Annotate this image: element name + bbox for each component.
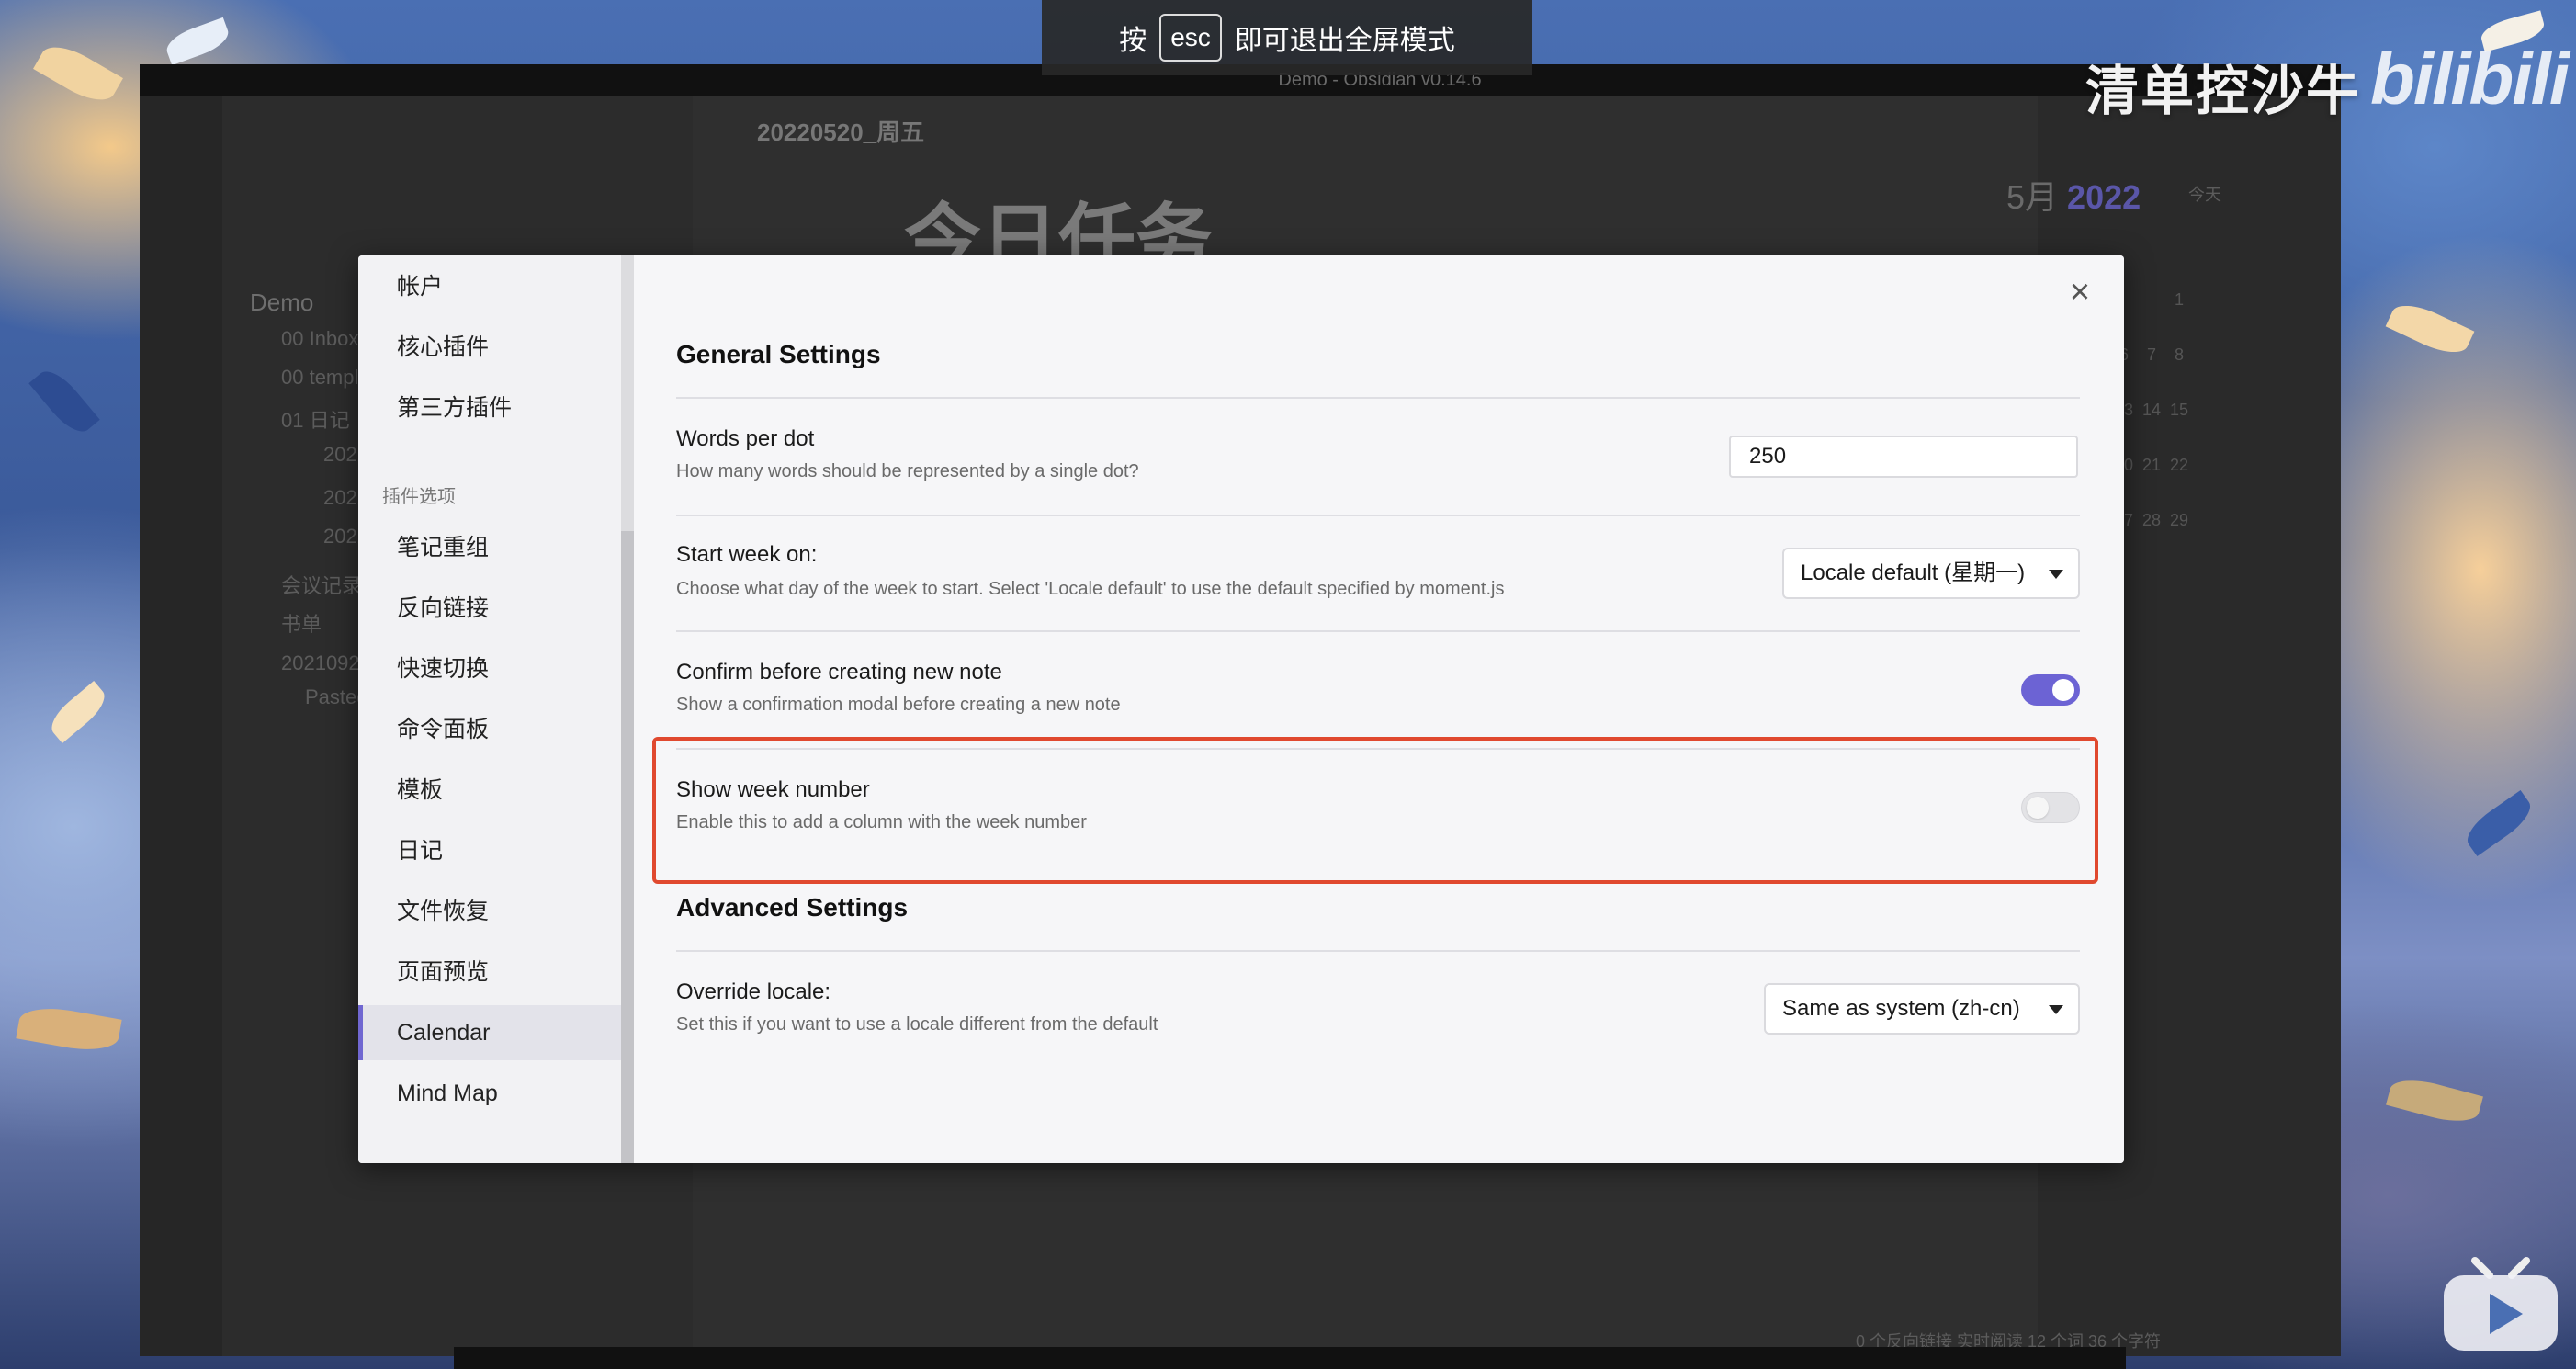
divider: [676, 397, 2080, 399]
start-week-dropdown[interactable]: Locale default (星期一): [1782, 548, 2080, 599]
nav-section-plugin-options: 插件选项: [382, 487, 456, 507]
divider: [676, 950, 2080, 952]
calendar-year-label: 2022: [2067, 178, 2141, 216]
nav-scrollbar-thumb[interactable]: [621, 531, 634, 1163]
bilibili-tv-icon[interactable]: [2438, 1257, 2563, 1354]
nav-item-command-palette[interactable]: 命令面板: [358, 702, 621, 757]
setting-name: Words per dot: [676, 426, 815, 451]
section-title-advanced: Advanced Settings: [676, 893, 909, 922]
divider: [676, 515, 2080, 516]
channel-watermark: 清单控沙牛: [2085, 62, 2362, 121]
chevron-down-icon: [2049, 1005, 2063, 1014]
ribbon-sidebar: [140, 96, 222, 1356]
settings-nav: 帐户 核心插件 第三方插件 插件选项 笔记重组 反向链接 快速切换 命令面板 模…: [358, 255, 634, 1163]
nav-item-page-preview[interactable]: 页面预览: [358, 945, 621, 1000]
nav-item-backlinks[interactable]: 反向链接: [358, 581, 621, 636]
nav-item-daily-notes[interactable]: 日记: [358, 823, 621, 878]
nav-item-note-composer[interactable]: 笔记重组: [358, 520, 621, 575]
calendar-day[interactable]: 8: [2161, 345, 2198, 365]
override-locale-dropdown[interactable]: Same as system (zh-cn): [1764, 983, 2080, 1035]
setting-name: Start week on:: [676, 542, 818, 567]
setting-description: How many words should be represented by …: [676, 461, 1139, 481]
file-tree-item[interactable]: 书单: [281, 608, 322, 638]
nav-item-calendar[interactable]: Calendar: [358, 1005, 621, 1060]
note-title[interactable]: 20220520_周五: [757, 114, 924, 148]
file-tree-item[interactable]: 会议记录: [281, 570, 362, 599]
banner-suffix: 即可退出全屏模式: [1234, 26, 1455, 56]
banner-prefix: 按: [1119, 26, 1147, 56]
nav-item-quick-switcher[interactable]: 快速切换: [358, 641, 621, 696]
divider: [676, 630, 2080, 632]
esc-key[interactable]: esc: [1159, 14, 1222, 62]
dropdown-value: Same as system (zh-cn): [1782, 996, 2020, 1021]
words-per-dot-input[interactable]: 250: [1729, 436, 2078, 478]
setting-name: Confirm before creating new note: [676, 660, 1002, 684]
file-tree-item[interactable]: 01 日记: [281, 404, 350, 434]
nav-item-community-plugins[interactable]: 第三方插件: [358, 380, 621, 436]
nav-item-templates[interactable]: 模板: [358, 763, 621, 818]
vault-name[interactable]: Demo: [250, 289, 313, 317]
calendar-month: 5月 2022: [2006, 171, 2141, 219]
nav-item-core-plugins[interactable]: 核心插件: [358, 320, 621, 375]
settings-modal: 帐户 核心插件 第三方插件 插件选项 笔记重组 反向链接 快速切换 命令面板 模…: [358, 255, 2124, 1163]
close-button[interactable]: ×: [2060, 272, 2100, 312]
calendar-day[interactable]: 29: [2161, 511, 2198, 530]
section-title-general: General Settings: [676, 340, 881, 368]
nav-item-account[interactable]: 帐户: [358, 259, 621, 314]
calendar-day[interactable]: 22: [2161, 456, 2198, 475]
confirm-new-note-toggle[interactable]: [2021, 674, 2080, 706]
calendar-today-button[interactable]: 今天: [2188, 182, 2221, 206]
annotation-highlight-box: [652, 737, 2098, 884]
fullscreen-exit-banner: 按 esc 即可退出全屏模式: [1042, 0, 1532, 75]
nav-item-file-recovery[interactable]: 文件恢复: [358, 884, 621, 939]
chevron-down-icon: [2049, 570, 2063, 579]
setting-description: Set this if you want to use a locale dif…: [676, 1014, 1158, 1035]
bilibili-logo: bilibili: [2370, 38, 2570, 119]
nav-item-mind-map[interactable]: Mind Map: [358, 1066, 621, 1121]
calendar-day[interactable]: 1: [2161, 290, 2198, 310]
setting-description: Choose what day of the week to start. Se…: [676, 579, 1505, 599]
file-tree-item[interactable]: 00 Inbox: [281, 327, 358, 351]
calendar-month-label: 5月: [2006, 178, 2059, 216]
dropdown-value: Locale default (星期一): [1801, 560, 2026, 585]
setting-description: Show a confirmation modal before creatin…: [676, 695, 1121, 715]
toggle-knob: [2052, 679, 2074, 701]
setting-name: Override locale:: [676, 979, 831, 1004]
calendar-day[interactable]: 15: [2161, 401, 2198, 420]
subtitle-bar: [454, 1347, 2126, 1369]
